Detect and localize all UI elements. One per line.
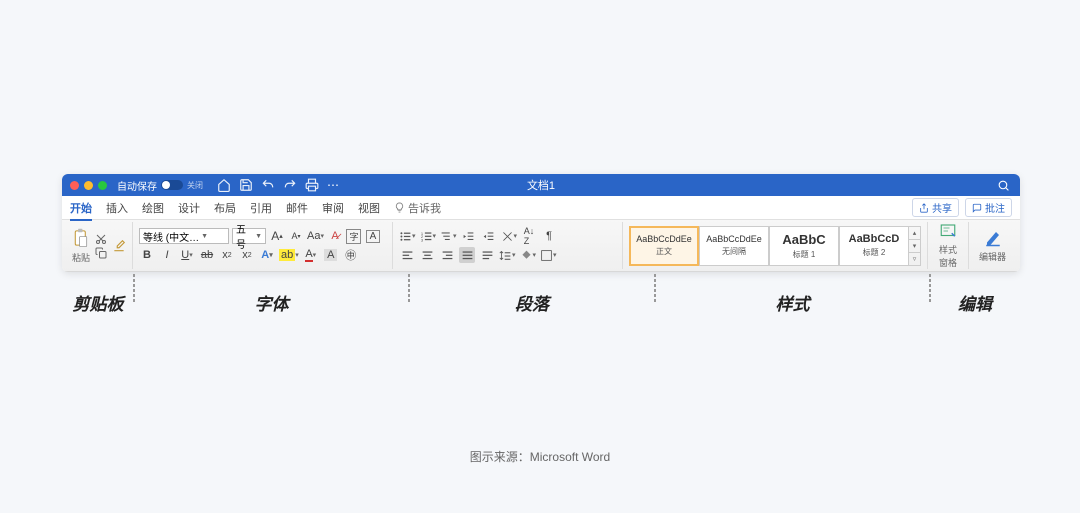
cut-icon[interactable] — [94, 233, 108, 245]
annotation-clipboard: 剪贴板 — [62, 290, 134, 315]
autosave-state: 关闭 — [187, 180, 203, 191]
subscript-button[interactable]: x2 — [219, 247, 235, 263]
ribbon-tabs: 开始 插入 绘图 设计 布局 引用 邮件 审阅 视图 告诉我 共享 批注 — [62, 196, 1020, 220]
group-editor: 编辑器 — [969, 222, 1016, 269]
annotation-styles: 样式 — [655, 290, 930, 315]
char-border-icon[interactable]: A — [365, 228, 381, 244]
svg-text:3: 3 — [420, 237, 423, 242]
ribbon: 粘贴 等线 (中文…▼ 五号▼ A▴ A▾ Aa▾ A̷ 字 A — [62, 220, 1020, 272]
minimize-button[interactable] — [84, 181, 93, 190]
strikethrough-button[interactable]: ab — [199, 247, 215, 263]
style-heading1[interactable]: AaBbC 标题 1 — [769, 226, 839, 266]
paste-button[interactable]: 粘贴 — [72, 228, 90, 264]
autosave-label: 自动保存 — [117, 178, 157, 193]
group-font: 等线 (中文…▼ 五号▼ A▴ A▾ Aa▾ A̷ 字 A B I U▾ ab … — [133, 222, 393, 269]
font-size-combo[interactable]: 五号▼ — [232, 228, 266, 244]
multilevel-list-icon[interactable]: ▾ — [440, 228, 457, 244]
style-normal[interactable]: AaBbCcDdEe 正文 — [629, 226, 699, 266]
tab-view[interactable]: 视图 — [358, 200, 380, 216]
italic-button[interactable]: I — [159, 247, 175, 263]
tab-design[interactable]: 设计 — [178, 200, 200, 216]
font-color-icon[interactable]: A▾ — [303, 247, 319, 263]
highlight-icon[interactable]: ab▾ — [279, 247, 299, 263]
window-controls — [70, 181, 107, 190]
maximize-button[interactable] — [98, 181, 107, 190]
tab-references[interactable]: 引用 — [250, 200, 272, 216]
styles-pane-icon — [938, 222, 958, 240]
change-case-icon[interactable]: Aa▾ — [307, 228, 324, 244]
superscript-button[interactable]: x2 — [239, 247, 255, 263]
underline-button[interactable]: U▾ — [179, 247, 195, 263]
align-right-icon[interactable] — [439, 247, 455, 263]
redo-icon[interactable] — [283, 178, 297, 192]
clear-format-icon[interactable]: A̷ — [327, 228, 343, 244]
paste-icon — [72, 228, 90, 248]
tab-home[interactable]: 开始 — [70, 200, 92, 221]
asian-layout-icon[interactable]: ▾ — [501, 228, 518, 244]
share-icon — [919, 203, 929, 213]
caption: 图示来源：Microsoft Word — [0, 448, 1080, 465]
tab-layout[interactable]: 布局 — [214, 200, 236, 216]
annotation-paragraph: 段落 — [409, 290, 655, 315]
group-styles: AaBbCcDdEe 正文 AaBbCcDdEe 无间隔 AaBbC 标题 1 … — [623, 222, 928, 269]
increase-font-icon[interactable]: A▴ — [269, 228, 285, 244]
phonetic-guide-icon[interactable]: 字 — [346, 228, 362, 244]
group-style-pane: 样式 窗格 — [928, 222, 969, 269]
comment-icon — [972, 203, 982, 213]
toggle-switch[interactable] — [161, 180, 183, 190]
bullets-icon[interactable]: ▾ — [399, 228, 416, 244]
style-gallery-nav[interactable]: ▴▾▿ — [909, 226, 921, 266]
print-icon[interactable] — [305, 178, 319, 192]
share-button[interactable]: 共享 — [912, 198, 959, 217]
annotations: 剪贴板 字体 段落 样式 编辑 — [62, 290, 1020, 315]
group-clipboard: 粘贴 — [66, 222, 133, 269]
numbering-icon[interactable]: 123▾ — [420, 228, 437, 244]
tab-mailings[interactable]: 邮件 — [286, 200, 308, 216]
group-paragraph: ▾ 123▾ ▾ ▾ A↓Z ¶ ▾ ▾ ▾ — [393, 222, 623, 269]
word-window: 自动保存 关闭 ⋯ 文档1 开始 插入 绘图 设计 布局 引用 邮件 审阅 视图 — [62, 174, 1020, 272]
autosave-toggle[interactable]: 自动保存 关闭 — [117, 178, 203, 193]
tab-insert[interactable]: 插入 — [106, 200, 128, 216]
save-icon[interactable] — [239, 178, 253, 192]
titlebar: 自动保存 关闭 ⋯ 文档1 — [62, 174, 1020, 196]
increase-indent-icon[interactable] — [481, 228, 497, 244]
show-marks-icon[interactable]: ¶ — [541, 228, 557, 244]
borders-icon[interactable]: ▾ — [540, 247, 557, 263]
justify-icon[interactable] — [459, 247, 475, 263]
align-center-icon[interactable] — [419, 247, 435, 263]
more-icon[interactable]: ⋯ — [327, 178, 339, 192]
annotation-font: 字体 — [134, 290, 409, 315]
undo-icon[interactable] — [261, 178, 275, 192]
sort-icon[interactable]: A↓Z — [521, 228, 537, 244]
annotation-edit: 编辑 — [930, 290, 1020, 315]
bulb-icon — [394, 202, 405, 213]
document-title: 文档1 — [527, 177, 555, 193]
char-shading-icon[interactable]: A — [323, 247, 339, 263]
style-heading2[interactable]: AaBbCcD 标题 2 — [839, 226, 909, 266]
bold-button[interactable]: B — [139, 247, 155, 263]
tab-draw[interactable]: 绘图 — [142, 200, 164, 216]
style-no-spacing[interactable]: AaBbCcDdEe 无间隔 — [699, 226, 769, 266]
home-icon[interactable] — [217, 178, 231, 192]
editor-icon — [983, 229, 1003, 247]
editor-button[interactable]: 编辑器 — [975, 227, 1010, 265]
search-icon[interactable] — [997, 179, 1010, 192]
comments-button[interactable]: 批注 — [965, 198, 1012, 217]
format-painter-icon[interactable] — [112, 239, 126, 253]
line-spacing-icon[interactable]: ▾ — [499, 247, 516, 263]
font-name-combo[interactable]: 等线 (中文…▼ — [139, 228, 229, 244]
align-left-icon[interactable] — [399, 247, 415, 263]
tab-review[interactable]: 审阅 — [322, 200, 344, 216]
close-button[interactable] — [70, 181, 79, 190]
styles-pane-button[interactable]: 样式 窗格 — [934, 220, 962, 271]
copy-icon[interactable] — [94, 247, 108, 259]
decrease-indent-icon[interactable] — [461, 228, 477, 244]
enclose-char-icon[interactable]: ㊥ — [343, 247, 359, 263]
distributed-icon[interactable] — [479, 247, 495, 263]
tell-me[interactable]: 告诉我 — [394, 200, 441, 216]
text-effects-icon[interactable]: A▾ — [259, 247, 275, 263]
shading-icon[interactable]: ▾ — [520, 247, 537, 263]
decrease-font-icon[interactable]: A▾ — [288, 228, 304, 244]
